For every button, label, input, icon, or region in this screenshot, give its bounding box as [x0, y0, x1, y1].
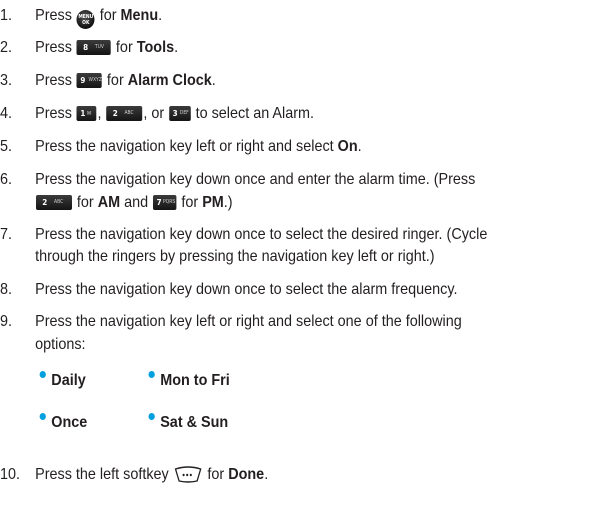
step-target: On [337, 138, 358, 155]
option-item: Daily [39, 370, 86, 392]
step-target: Tools [136, 39, 175, 56]
step-number: 7. [0, 226, 13, 243]
key-2-icon: 2 ABC [36, 195, 72, 210]
step-number: 1. [0, 7, 13, 24]
option-item: Mon to Fri [148, 370, 230, 392]
step-number: 4. [0, 105, 13, 122]
key-2-icon: 2 ABC [106, 106, 143, 121]
step-number: 10. [0, 466, 21, 483]
step-number: 8. [0, 281, 13, 298]
menu-ok-key-icon: MENU OK [76, 10, 95, 29]
key-7-icon: 7 PQRS [153, 195, 177, 210]
key-1-icon: 1 ✉ [76, 106, 97, 121]
step-target: PM [202, 194, 224, 211]
step-text: for [99, 7, 117, 24]
bullet-icon [148, 413, 155, 420]
step-number: 3. [0, 72, 13, 89]
step-target: Done [228, 466, 265, 483]
instruction-page: 1. Press MENU OK for Menu. 2. Press 8 TUV… [0, 0, 596, 505]
bullet-icon [39, 413, 46, 420]
step-number: 5. [0, 138, 13, 155]
step-text: Press [35, 7, 72, 24]
key-3-icon: 3 DEF [169, 106, 191, 121]
step-number: 6. [0, 171, 13, 188]
step-target: Menu [120, 7, 159, 24]
key-9-icon: 9 WXYZ [76, 73, 103, 88]
step-target: AM [97, 194, 121, 211]
step-target: Alarm Clock [127, 72, 212, 89]
bullet-icon [148, 371, 155, 378]
bullet-icon [39, 371, 46, 378]
step-number: 2. [0, 39, 13, 56]
key-8-icon: 8 TUV [76, 40, 112, 55]
step-number: 9. [0, 313, 13, 330]
left-softkey-icon [174, 465, 203, 490]
option-item: Once [39, 412, 87, 434]
option-item: Sat & Sun [148, 412, 228, 434]
